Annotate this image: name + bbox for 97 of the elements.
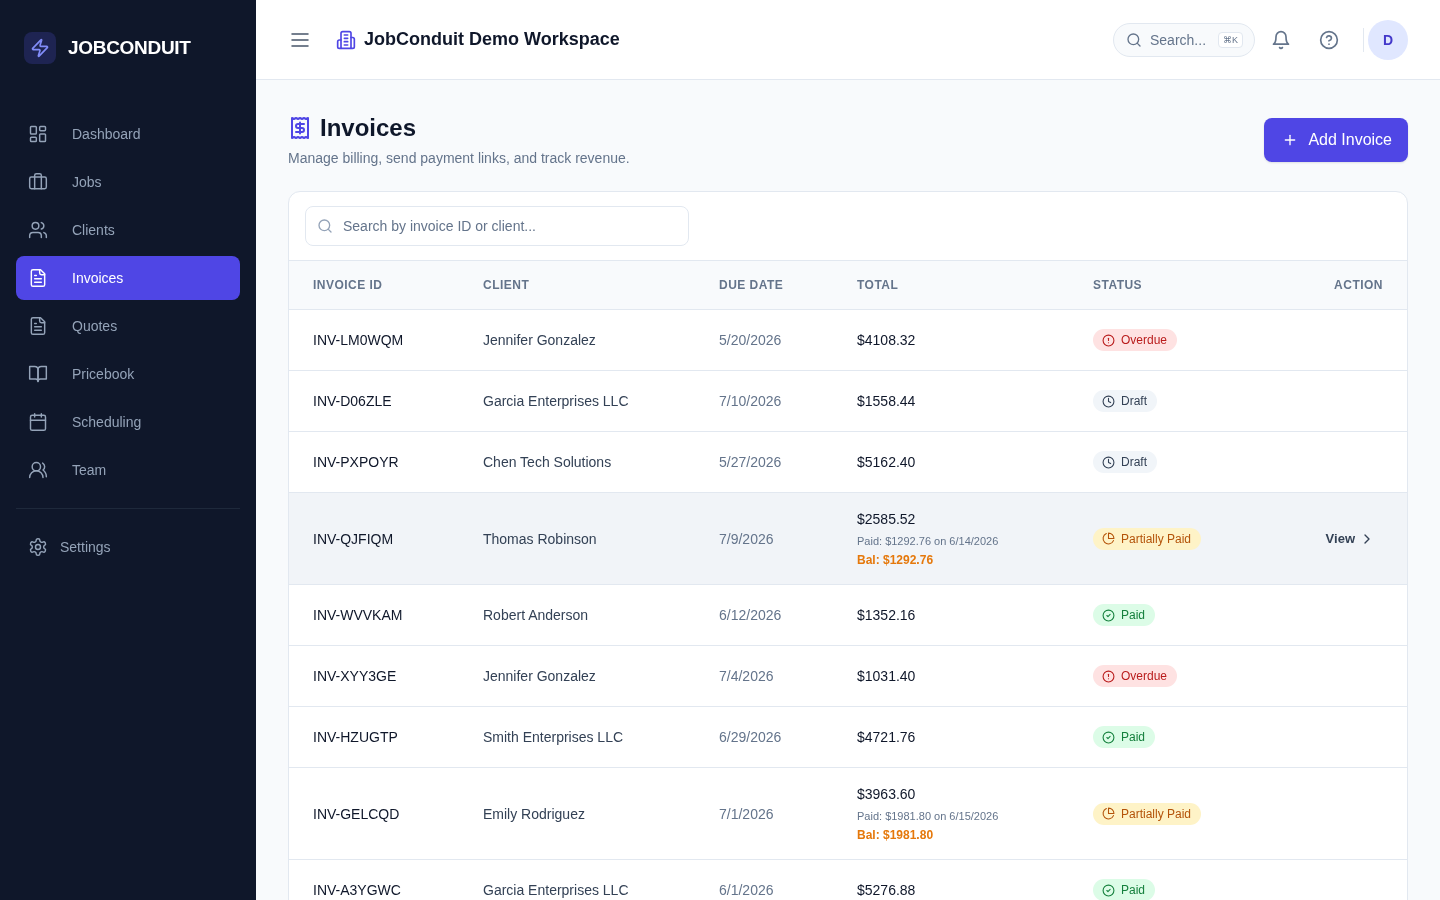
invoice-total: $1031.40 xyxy=(857,667,916,686)
brand-name: JOBCONDUIT xyxy=(68,37,191,59)
client-name: Garcia Enterprises LLC xyxy=(483,882,629,898)
search-field[interactable]: Search by invoice ID or client... xyxy=(305,206,689,246)
due-date: 6/1/2026 xyxy=(719,882,774,898)
column-header: STATUS xyxy=(1093,278,1143,292)
sidebar-item[interactable]: Clients xyxy=(16,208,240,252)
status-label: Draft xyxy=(1121,454,1147,471)
due-date: 7/4/2026 xyxy=(719,668,774,684)
status-label: Paid xyxy=(1121,607,1146,624)
check-circle-icon xyxy=(1102,730,1115,744)
invoice-id: INV-PXPOYR xyxy=(313,454,399,470)
invoice-total: $3963.60 xyxy=(857,785,916,804)
people-icon xyxy=(28,460,48,480)
client-name: Chen Tech Solutions xyxy=(483,454,612,470)
invoice-id: INV-LM0WQM xyxy=(313,332,404,348)
client-name: Jennifer Gonzalez xyxy=(483,332,596,348)
invoice-id: INV-A3YGWC xyxy=(313,882,401,898)
grid-icon xyxy=(28,124,48,144)
column-header: DUE DATE xyxy=(719,278,784,292)
due-date: 7/9/2026 xyxy=(719,530,774,547)
invoice-total: $2585.52 xyxy=(857,510,916,529)
invoice-id: INV-GELCQD xyxy=(313,805,400,822)
status-label: Partially Paid xyxy=(1121,530,1192,547)
due-date: 6/12/2026 xyxy=(719,607,782,623)
client-name: Jennifer Gonzalez xyxy=(483,668,596,684)
add-invoice-button[interactable]: Add Invoice xyxy=(1264,118,1408,162)
payment-note: Paid: $1981.80 on 6/15/2026 xyxy=(857,809,999,824)
column-header: CLIENT xyxy=(483,278,530,292)
clock-icon xyxy=(1102,455,1115,469)
calendar-icon xyxy=(28,412,48,432)
invoice-total: $1558.44 xyxy=(857,392,916,411)
due-date: 7/1/2026 xyxy=(719,805,774,822)
status-label: Overdue xyxy=(1121,668,1168,685)
invoice-id: INV-QJFIQM xyxy=(313,530,394,547)
invoice-total: $4108.32 xyxy=(857,331,916,350)
pie-chart-icon xyxy=(1102,532,1115,546)
building-icon xyxy=(336,29,356,50)
invoice-id: INV-HZUGTP xyxy=(313,729,398,745)
people-icon xyxy=(28,220,48,240)
page-title: Invoices xyxy=(320,113,417,143)
column-header: INVOICE ID xyxy=(313,278,383,292)
lightning-icon xyxy=(24,32,56,64)
document-icon xyxy=(28,268,48,288)
status-label: Paid xyxy=(1121,882,1146,899)
pie-chart-icon xyxy=(1102,807,1115,821)
invoice-total: $1352.16 xyxy=(857,606,916,625)
invoice-total: $5276.88 xyxy=(857,881,916,900)
sidebar-item[interactable]: Pricebook xyxy=(16,352,240,396)
bell-icon xyxy=(1271,29,1291,50)
receipt-icon xyxy=(288,116,312,140)
exclamation-circle-icon xyxy=(1102,669,1115,683)
avatar[interactable]: D xyxy=(1368,19,1408,60)
client-name: Robert Anderson xyxy=(483,607,589,623)
invoice-id: INV-XYY3GE xyxy=(313,668,397,684)
document-icon xyxy=(28,316,48,336)
check-circle-icon xyxy=(1102,608,1115,622)
status-label: Paid xyxy=(1121,729,1146,746)
invoice-id: INV-WVVKAM xyxy=(313,607,403,623)
sidebar-item[interactable]: Jobs xyxy=(16,160,240,204)
settings-icon xyxy=(28,537,48,557)
status-label: Overdue xyxy=(1121,332,1168,349)
sidebar-item[interactable]: Team xyxy=(16,448,240,492)
payment-note: Paid: $1292.76 on 6/14/2026 xyxy=(857,534,999,549)
balance-due: Bal: $1292.76 xyxy=(857,552,934,568)
search-icon xyxy=(1126,31,1142,48)
exclamation-circle-icon xyxy=(1102,333,1115,347)
sidebar-item[interactable]: Invoices xyxy=(16,256,240,300)
sidebar-item[interactable]: Settings xyxy=(16,525,240,569)
sidebar-item[interactable]: Quotes xyxy=(16,304,240,348)
workspace-title: JobConduit Demo Workspace xyxy=(364,29,620,50)
due-date: 7/10/2026 xyxy=(719,393,782,409)
due-date: 5/27/2026 xyxy=(719,454,782,470)
client-name: Thomas Robinson xyxy=(483,530,597,547)
client-name: Emily Rodriguez xyxy=(483,805,585,822)
status-label: Partially Paid xyxy=(1121,805,1192,822)
due-date: 6/29/2026 xyxy=(719,729,782,745)
help-icon xyxy=(1319,29,1339,50)
column-header: ACTION xyxy=(1334,278,1383,292)
clock-icon xyxy=(1102,394,1115,408)
client-name: Smith Enterprises LLC xyxy=(483,729,624,745)
invoice-total: $5162.40 xyxy=(857,453,916,472)
balance-due: Bal: $1981.80 xyxy=(857,827,934,843)
due-date: 5/20/2026 xyxy=(719,332,782,348)
book-icon xyxy=(28,364,48,384)
view-button[interactable]: View xyxy=(1325,526,1375,551)
check-circle-icon xyxy=(1102,883,1115,897)
page-subtitle: Manage billing, send payment links, and track revenue. xyxy=(288,149,630,168)
sidebar-item[interactable]: Dashboard xyxy=(16,112,240,156)
search-icon xyxy=(317,218,333,234)
sidebar-item[interactable]: Scheduling xyxy=(16,400,240,444)
briefcase-icon xyxy=(28,172,48,192)
status-label: Draft xyxy=(1121,393,1147,410)
invoice-id: INV-D06ZLE xyxy=(313,393,392,409)
client-name: Garcia Enterprises LLC xyxy=(483,393,629,409)
invoice-total: $4721.76 xyxy=(857,728,916,747)
column-header: TOTAL xyxy=(857,278,899,292)
